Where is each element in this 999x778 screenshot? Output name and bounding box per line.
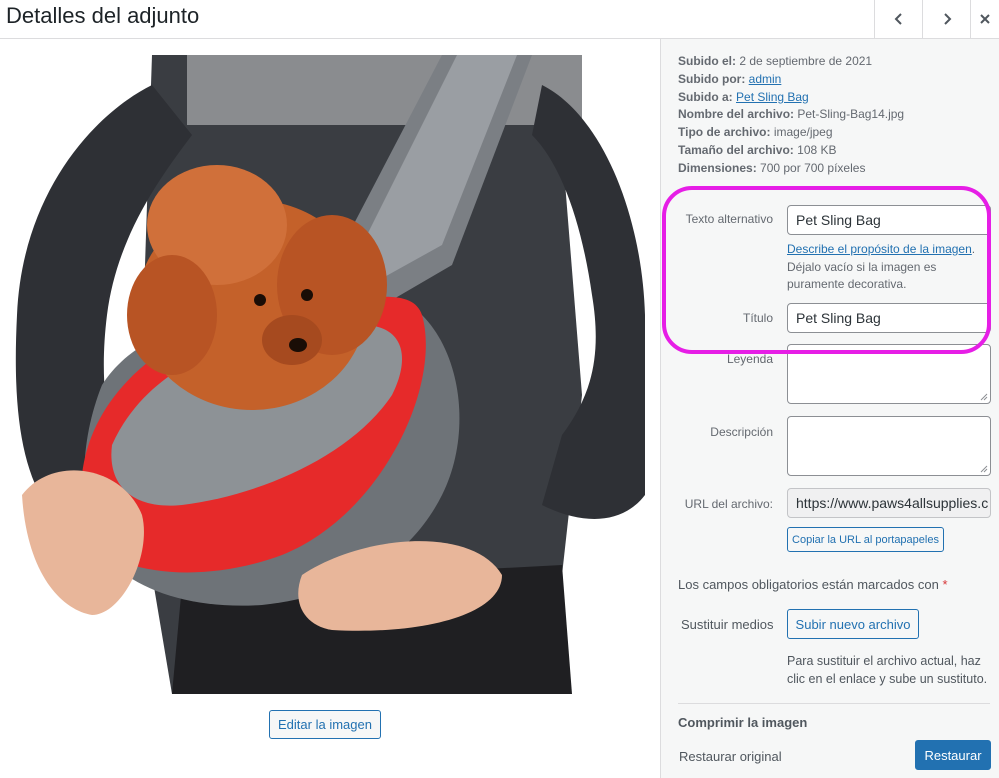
filename-row: Nombre del archivo: Pet-Sling-Bag14.jpg: [678, 106, 904, 124]
alt-text-label: Texto alternativo: [685, 212, 773, 226]
uploaded-to-row: Subido a: Pet Sling Bag: [678, 89, 904, 107]
compress-heading: Comprimir la imagen: [678, 715, 808, 730]
attachment-image: [2, 55, 645, 694]
close-icon: [980, 14, 990, 24]
title-input[interactable]: Pet Sling Bag: [787, 303, 991, 333]
previous-button[interactable]: [874, 0, 922, 38]
filesize-row: Tamaño del archivo: 108 KB: [678, 142, 904, 160]
chevron-left-icon: [894, 13, 902, 25]
restore-original-label: Restaurar original: [679, 749, 782, 764]
dog-in-sling-photo: [2, 55, 645, 694]
required-fields-note: Los campos obligatorios están marcados c…: [678, 577, 948, 592]
modal-header: Detalles del adjunto: [0, 0, 999, 39]
filename-value: Pet-Sling-Bag14.jpg: [797, 107, 905, 122]
uploaded-by-row: Subido por: admin: [678, 71, 904, 89]
upload-new-file-button[interactable]: Subir nuevo archivo: [787, 609, 919, 639]
attachment-details-sidebar: Subido el: 2 de septiembre de 2021 Subid…: [660, 39, 999, 778]
required-fields-text: Los campos obligatorios están marcados c…: [678, 577, 939, 592]
caption-label: Leyenda: [726, 352, 773, 366]
alt-text-help-period: .: [971, 242, 976, 256]
page-title: Detalles del adjunto: [6, 3, 200, 28]
filesize-label: Tamaño del archivo:: [678, 142, 794, 157]
uploaded-by-label: Subido por:: [678, 71, 746, 86]
title-label: Título: [742, 311, 773, 325]
alt-text-help: Describe el propósito de la imagen. Déja…: [787, 241, 995, 294]
uploaded-to-link[interactable]: Pet Sling Bag: [736, 90, 809, 104]
next-button[interactable]: [922, 0, 970, 38]
filename-label: Nombre del archivo:: [678, 107, 795, 122]
file-metadata: Subido el: 2 de septiembre de 2021 Subid…: [678, 53, 904, 178]
media-preview-area: Editar la imagen: [0, 39, 660, 778]
replace-media-label: Sustituir medios: [681, 617, 774, 632]
file-url-input[interactable]: https://www.paws4allsupplies.c: [787, 488, 991, 518]
filetype-value: image/jpeg: [773, 125, 833, 140]
edit-image-button[interactable]: Editar la imagen: [269, 710, 381, 739]
resize-grip-icon[interactable]: [980, 393, 988, 401]
filetype-row: Tipo de archivo: image/jpeg: [678, 124, 904, 142]
resize-grip-icon[interactable]: [980, 465, 988, 473]
uploaded-to-label: Subido a:: [678, 89, 733, 104]
dimensions-value: 700 por 700 píxeles: [760, 160, 866, 175]
filesize-value: 108 KB: [797, 142, 837, 157]
alt-text-help-text: Déjalo vacío si la imagen es puramente d…: [787, 259, 937, 292]
dimensions-row: Dimensiones: 700 por 700 píxeles: [678, 160, 904, 178]
uploaded-on-row: Subido el: 2 de septiembre de 2021: [678, 53, 904, 71]
section-divider: [678, 703, 990, 704]
chevron-right-icon: [943, 13, 951, 25]
copy-url-button[interactable]: Copiar la URL al portapapeles: [787, 527, 944, 552]
description-label: Descripción: [710, 425, 773, 439]
required-star: *: [942, 577, 948, 592]
description-textarea[interactable]: [787, 416, 991, 476]
alt-text-input[interactable]: Pet Sling Bag: [787, 205, 991, 235]
close-button[interactable]: [970, 0, 999, 38]
uploaded-by-link[interactable]: admin: [749, 72, 782, 86]
file-url-label: URL del archivo:: [684, 497, 773, 511]
uploaded-on-value: 2 de septiembre de 2021: [739, 54, 873, 68]
filetype-label: Tipo de archivo:: [678, 125, 771, 140]
caption-textarea[interactable]: [787, 344, 991, 404]
replace-media-help: Para sustituir el archivo actual, haz cl…: [787, 654, 988, 686]
dimensions-label: Dimensiones:: [678, 160, 757, 175]
uploaded-on-label: Subido el:: [678, 54, 736, 68]
alt-text-help-link[interactable]: Describe el propósito de la imagen: [787, 242, 972, 256]
restore-button[interactable]: Restaurar: [915, 740, 991, 770]
